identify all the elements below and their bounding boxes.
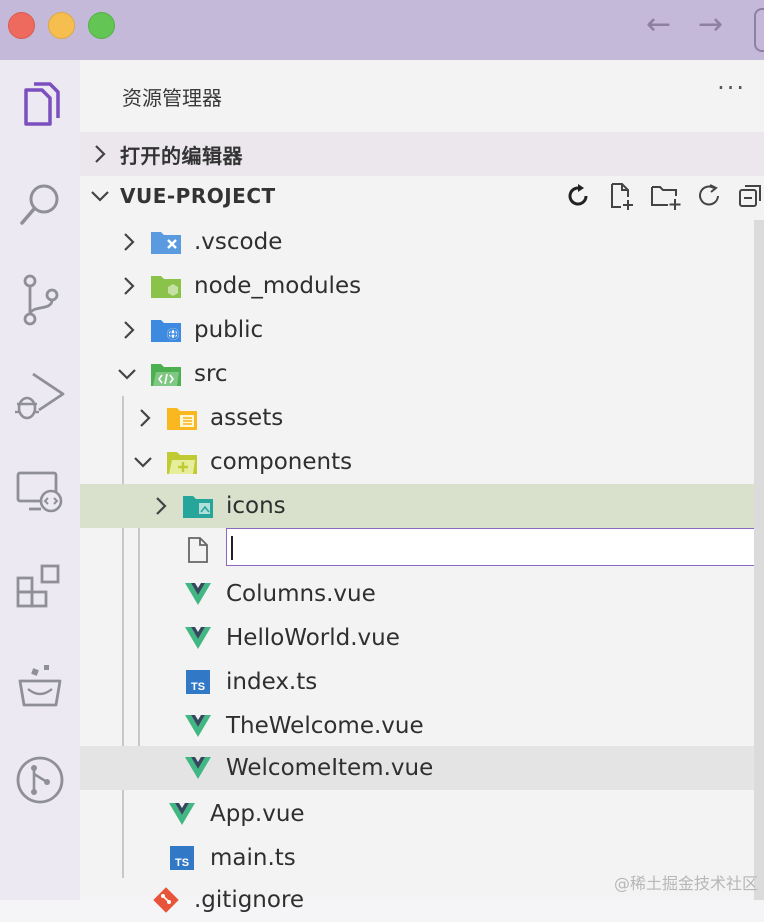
assets-folder-icon <box>166 402 198 434</box>
vue-icon <box>182 578 214 610</box>
tree-label: index.ts <box>226 669 318 695</box>
tree-label: .gitignore <box>194 887 305 913</box>
extensions-activity[interactable] <box>0 558 80 618</box>
back-arrow-icon[interactable]: ← <box>646 10 671 40</box>
tree-row-icons[interactable]: icons <box>80 484 764 528</box>
tree-row-node-modules[interactable]: node_modules <box>80 264 764 308</box>
vue-icon <box>182 622 214 654</box>
close-window-button[interactable] <box>8 12 35 39</box>
explorer-activity[interactable] <box>0 76 80 136</box>
vue-icon <box>182 710 214 742</box>
open-editors-section[interactable]: 打开的编辑器 <box>80 132 764 176</box>
git-graph-activity[interactable] <box>0 750 80 810</box>
icons-folder-icon <box>182 490 214 522</box>
tree-row-columns-vue[interactable]: Columns.vue <box>80 572 764 616</box>
vscode-folder-icon <box>150 226 182 258</box>
tree-row-helloworld-vue[interactable]: HelloWorld.vue <box>80 616 764 660</box>
tree-row-index-ts[interactable]: TS index.ts <box>80 660 764 704</box>
chevron-down-icon <box>132 451 154 473</box>
command-center[interactable] <box>754 8 764 52</box>
new-file-icon[interactable] <box>606 181 636 211</box>
public-folder-icon <box>150 314 182 346</box>
project-actions <box>564 174 764 218</box>
tree-row-app-vue[interactable]: App.vue <box>80 792 764 836</box>
chevron-right-icon <box>80 144 120 164</box>
remote-explorer-activity[interactable] <box>0 462 80 522</box>
tree-label: components <box>210 449 353 475</box>
panel-title: 资源管理器 <box>122 86 222 110</box>
chevron-right-icon <box>118 275 140 297</box>
refresh-sync-icon[interactable] <box>564 182 592 210</box>
watermark: @稀土掘金技术社区 <box>613 874 758 893</box>
project-title: VUE-PROJECT <box>120 184 276 208</box>
tree-label: Columns.vue <box>226 581 376 607</box>
basket-icon <box>18 665 62 707</box>
new-folder-icon[interactable] <box>650 181 682 211</box>
chevron-right-icon <box>134 407 156 429</box>
tree-label: main.ts <box>210 845 296 871</box>
chevron-down-icon <box>116 363 138 385</box>
tree-row-thewelcome-vue[interactable]: TheWelcome.vue <box>80 704 764 748</box>
tree-label: HelloWorld.vue <box>226 625 400 651</box>
forward-arrow-icon[interactable]: → <box>698 10 723 40</box>
tree-label: node_modules <box>194 273 362 299</box>
search-activity[interactable] <box>0 174 80 234</box>
ts-icon: TS <box>182 666 214 698</box>
open-editors-title: 打开的编辑器 <box>120 143 243 168</box>
tree-row-components[interactable]: components <box>80 440 764 484</box>
chevron-down-icon <box>80 189 120 203</box>
tree-row-public[interactable]: public <box>80 308 764 352</box>
chevron-right-icon <box>118 319 140 341</box>
svg-text:TS: TS <box>191 681 205 693</box>
explorer-scrollbar[interactable] <box>754 220 764 900</box>
search-icon <box>20 184 59 225</box>
title-bar: ← → <box>0 0 764 60</box>
vue-icon <box>182 752 214 784</box>
explorer-panel: 资源管理器 ··· 打开的编辑器 VUE-PROJECT .vscode nod… <box>80 60 764 913</box>
more-actions-button[interactable]: ··· <box>717 74 746 102</box>
new-file-name-input[interactable] <box>226 528 764 566</box>
tree-label: public <box>194 317 264 343</box>
activity-bar <box>0 60 80 900</box>
collapse-all-icon[interactable] <box>738 182 764 210</box>
text-caret <box>231 536 233 560</box>
git-icon <box>150 884 182 916</box>
run-debug-icon <box>15 372 65 420</box>
extension-basket-activity[interactable] <box>0 656 80 716</box>
tree-label: WelcomeItem.vue <box>226 755 434 781</box>
minimize-window-button[interactable] <box>48 12 75 39</box>
ts-icon: TS <box>166 842 198 874</box>
source-control-icon <box>23 274 59 326</box>
files-icon <box>24 82 60 126</box>
tree-label: src <box>194 361 228 387</box>
vue-icon <box>166 798 198 830</box>
git-graph-icon <box>16 756 64 804</box>
remote-explorer-icon <box>16 471 63 513</box>
chevron-right-icon <box>118 231 140 253</box>
components-folder-icon <box>166 446 198 478</box>
zoom-window-button[interactable] <box>88 12 115 39</box>
run-debug-activity[interactable] <box>0 366 80 426</box>
tree-row-src[interactable]: src <box>80 352 764 396</box>
tree-label: .vscode <box>194 229 283 255</box>
tree-label: TheWelcome.vue <box>226 713 424 739</box>
file-icon <box>182 534 214 566</box>
tree-row-assets[interactable]: assets <box>80 396 764 440</box>
source-control-activity[interactable] <box>0 270 80 330</box>
refresh-icon[interactable] <box>696 182 724 210</box>
node-folder-icon <box>150 270 182 302</box>
tree-label: App.vue <box>210 801 305 827</box>
svg-text:TS: TS <box>175 857 189 869</box>
tree-row-vscode[interactable]: .vscode <box>80 220 764 264</box>
tree-label: assets <box>210 405 284 431</box>
extensions-icon <box>16 564 60 608</box>
project-section[interactable]: VUE-PROJECT <box>80 174 764 218</box>
chevron-right-icon <box>150 495 172 517</box>
src-folder-icon <box>150 358 182 390</box>
tree-label: icons <box>226 493 286 519</box>
tree-row-welcomeitem-vue[interactable]: WelcomeItem.vue <box>80 746 764 790</box>
